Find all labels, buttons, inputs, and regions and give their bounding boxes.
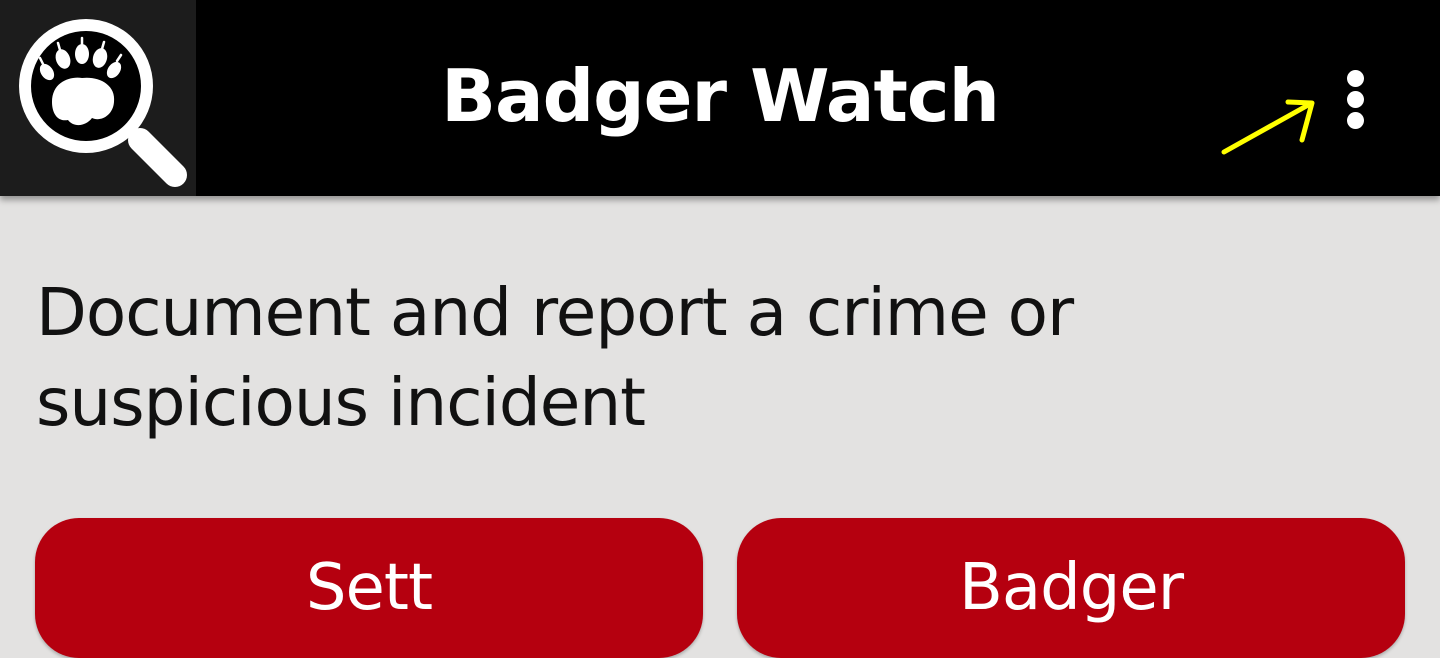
menu-dot: [1347, 112, 1364, 129]
sett-button[interactable]: Sett: [35, 518, 703, 658]
more-vert-icon[interactable]: [1326, 56, 1386, 140]
intro-text: Document and report a crime or suspiciou…: [36, 274, 1074, 441]
badger-button-label: Badger: [958, 551, 1184, 625]
badger-button[interactable]: Badger: [737, 518, 1405, 658]
menu-dot: [1347, 91, 1364, 108]
app-logo[interactable]: [0, 0, 196, 196]
arrow-icon: [1221, 99, 1315, 155]
menu-dot: [1347, 70, 1364, 87]
app-bar: Badger Watch: [0, 0, 1440, 196]
sett-button-label: Sett: [305, 551, 433, 625]
paw-magnifier-icon: [19, 19, 187, 187]
